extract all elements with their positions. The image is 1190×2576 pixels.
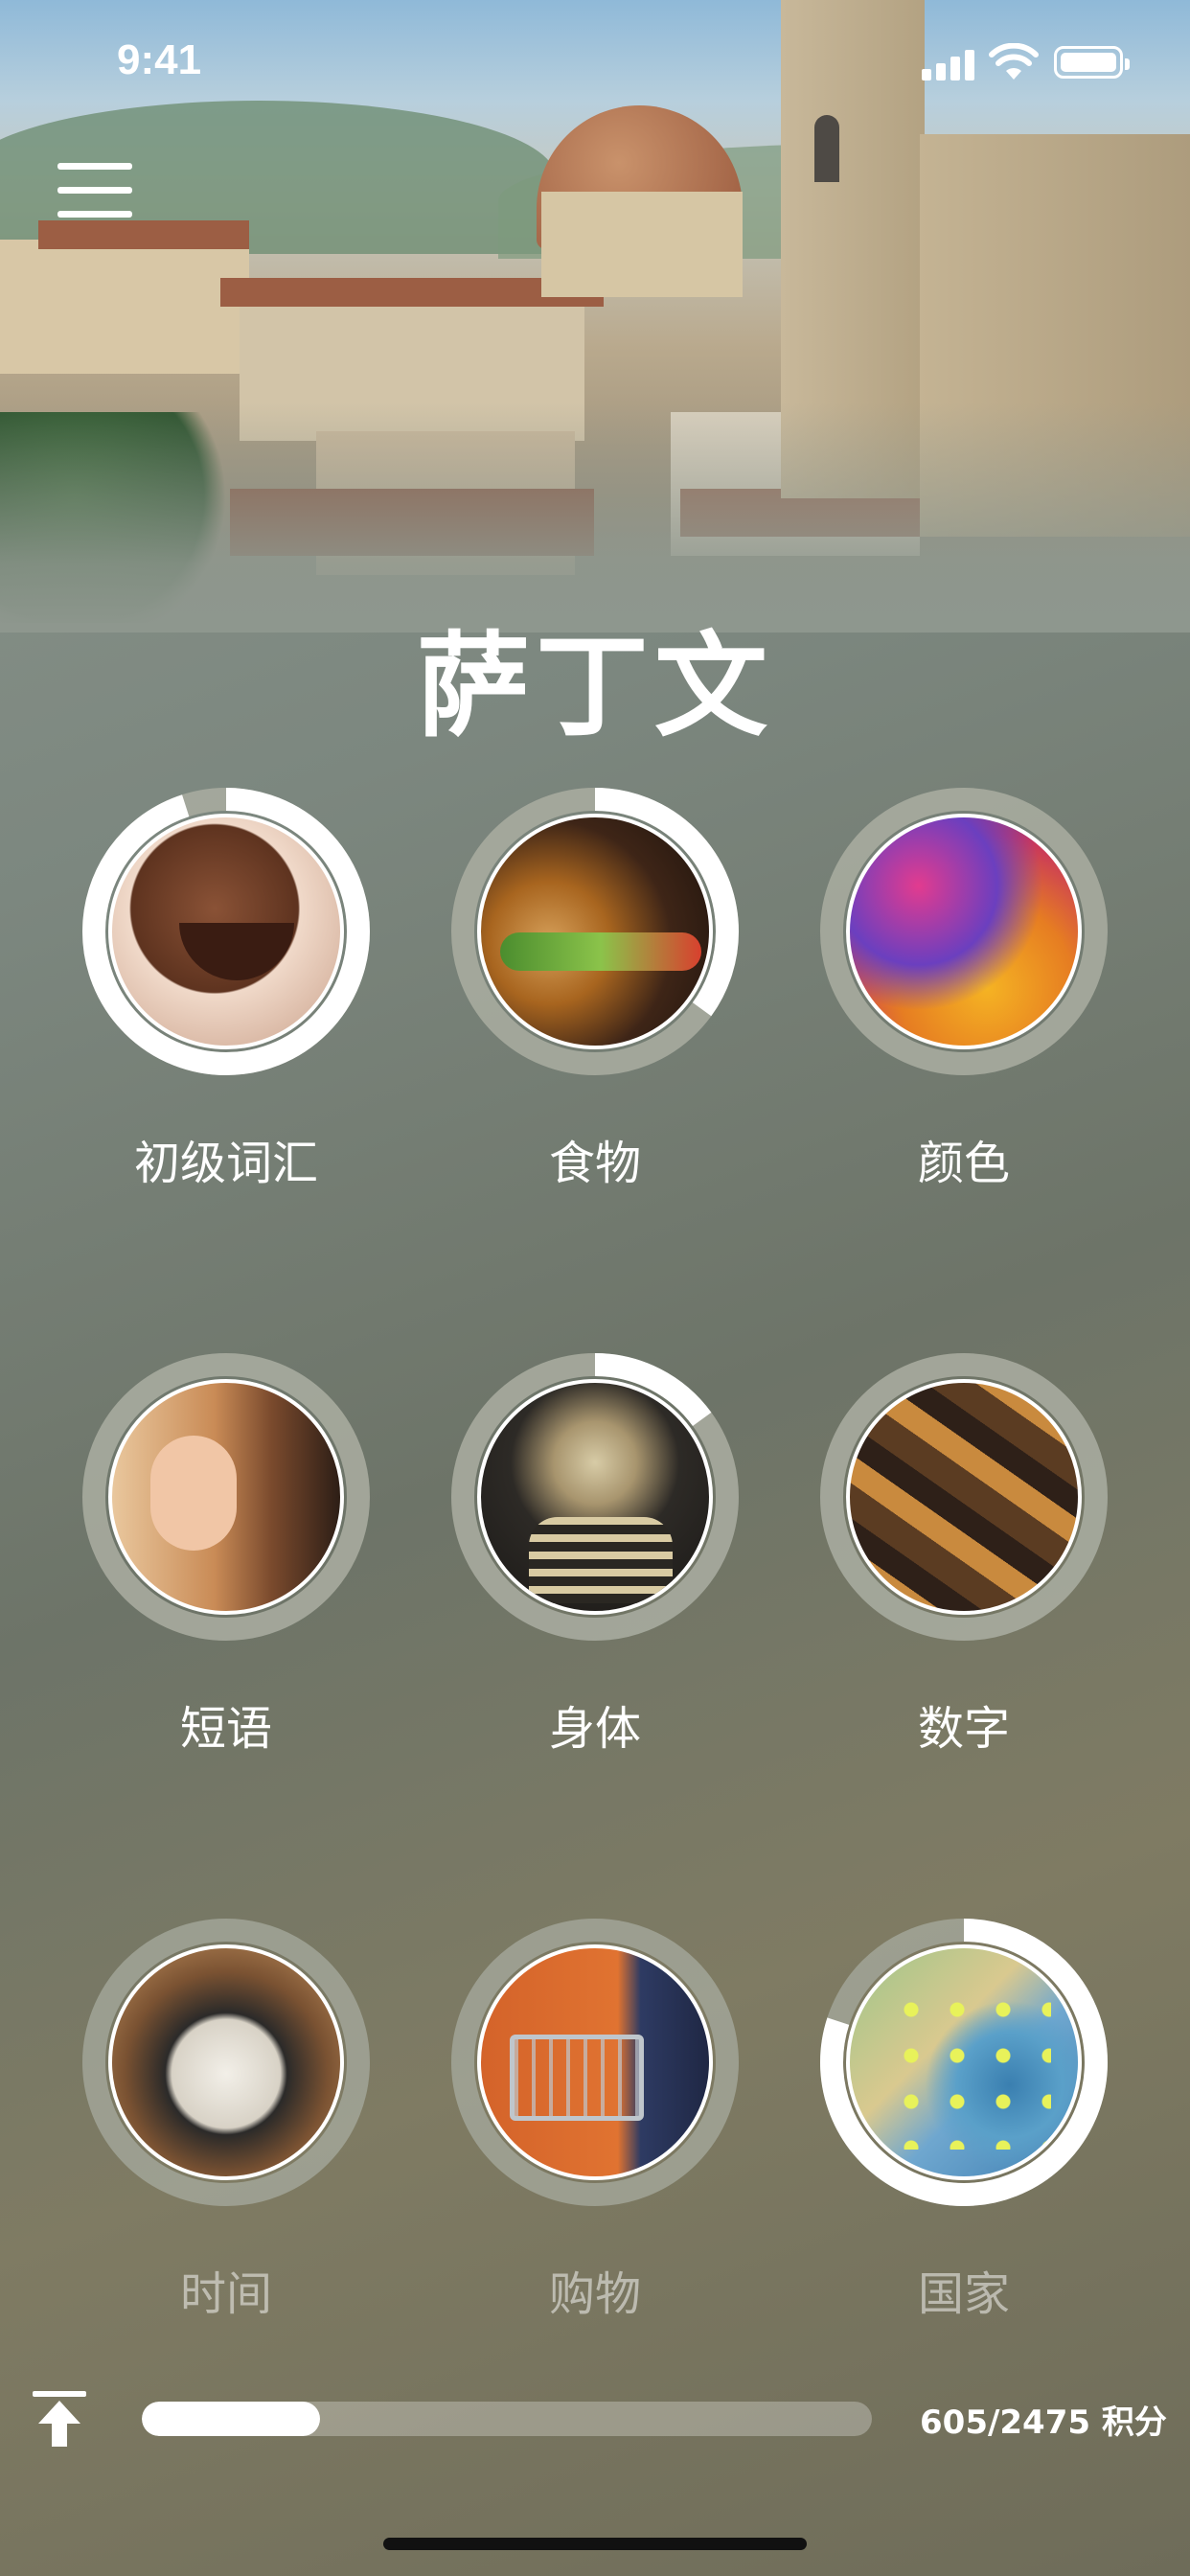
topic-photo-baby	[108, 814, 344, 1049]
topic-basic-vocabulary[interactable]: 初级词汇	[82, 788, 370, 1200]
topic-phrases[interactable]: 短语	[82, 1353, 370, 1765]
topic-time[interactable]: 时间	[82, 1919, 370, 2331]
topic-countries[interactable]: 国家	[820, 1919, 1108, 2331]
scroll-to-top-button[interactable]	[29, 2389, 90, 2450]
overall-progress-fill	[142, 2402, 320, 2436]
status-time: 9:41	[117, 36, 202, 83]
topic-food[interactable]: 食物	[451, 788, 739, 1200]
topic-photo-shopping-cart	[477, 1944, 713, 2180]
cellular-signal-icon	[922, 50, 975, 80]
topic-label: 数字	[917, 1702, 1010, 1756]
home-indicator[interactable]	[383, 2538, 807, 2550]
topic-photo-colors	[846, 814, 1082, 1049]
topic-numbers[interactable]: 数字	[820, 1353, 1108, 1765]
topic-label: 初级词汇	[133, 1137, 318, 1190]
topic-label: 食物	[548, 1137, 641, 1190]
battery-icon	[1054, 46, 1130, 79]
topic-photo-map	[846, 1944, 1082, 2180]
topic-label: 颜色	[917, 1137, 1010, 1190]
topic-label: 身体	[548, 1702, 641, 1756]
topic-photo-phrases	[108, 1379, 344, 1615]
topic-label: 短语	[179, 1702, 272, 1756]
topic-body[interactable]: 身体	[451, 1353, 739, 1765]
status-bar: 9:41	[0, 0, 1190, 125]
topic-shopping[interactable]: 购物	[451, 1919, 739, 2331]
topic-photo-numbers	[846, 1379, 1082, 1615]
score-text: 605/2475 积分	[920, 2404, 1167, 2442]
topic-photo-skeleton	[477, 1379, 713, 1615]
topic-photo-food	[477, 814, 713, 1049]
menu-button[interactable]	[57, 163, 132, 218]
page-title: 萨丁文	[416, 620, 773, 752]
topic-label: 国家	[917, 2267, 1010, 2321]
topic-label: 时间	[179, 2267, 272, 2321]
topic-colors[interactable]: 颜色	[820, 788, 1108, 1200]
topic-label: 购物	[548, 2267, 641, 2321]
topic-photo-alarm-clock	[108, 1944, 344, 2180]
wifi-icon	[989, 42, 1039, 81]
arrow-up-bar-icon	[33, 2391, 86, 2447]
overall-progress-bar	[142, 2402, 872, 2436]
